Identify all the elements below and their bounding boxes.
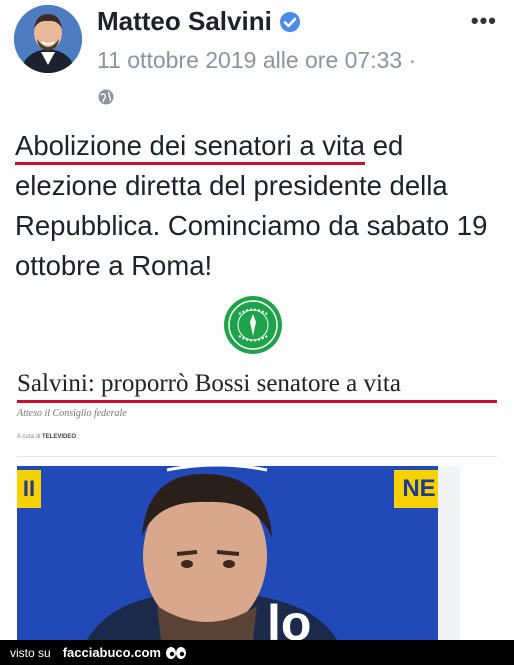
post-timestamp[interactable]: 11 ottobre 2019 alle ore 07:33 · [97, 47, 416, 74]
credit-source: TELEVIDEO [42, 434, 77, 440]
article-credit: A cura di TELEVIDEO [17, 434, 76, 440]
facebook-post: Matteo Salvini ••• 11 ottobre 2019 alle … [0, 0, 514, 640]
photo-person [87, 466, 337, 640]
article-headline[interactable]: Salvini: proporrò Bossi senatore a vita [17, 370, 502, 398]
author-avatar[interactable] [14, 5, 82, 73]
author-name-text[interactable]: Matteo Salvini [97, 6, 272, 37]
article-subhead: Atteso il Consiglio federale [17, 408, 127, 419]
divider [17, 456, 497, 457]
public-globe-icon[interactable] [97, 88, 115, 106]
eyes-icon [165, 646, 186, 659]
photo-side-gutter [438, 466, 460, 640]
post-text-underlined: Abolizione dei senatori a vita [15, 130, 366, 165]
photo-backdrop-text: lo [267, 595, 312, 640]
author-name[interactable]: Matteo Salvini [97, 6, 301, 37]
watermark-prefix: visto su [10, 645, 51, 660]
watermark-brand[interactable]: facciabuco.com [63, 645, 161, 660]
more-options-button[interactable]: ••• [471, 8, 497, 34]
commenti-leghisti-logo [224, 296, 282, 354]
headline-underline [17, 400, 497, 403]
verified-badge-icon [279, 11, 300, 32]
watermark-bar: visto su facciabuco.com [0, 640, 514, 665]
credit-prefix: A cura di [17, 434, 43, 440]
avatar-photo [14, 5, 82, 73]
article-photo[interactable]: II NE lo [17, 466, 438, 640]
post-text: Abolizione dei senatori a vita ed elezio… [15, 126, 505, 286]
